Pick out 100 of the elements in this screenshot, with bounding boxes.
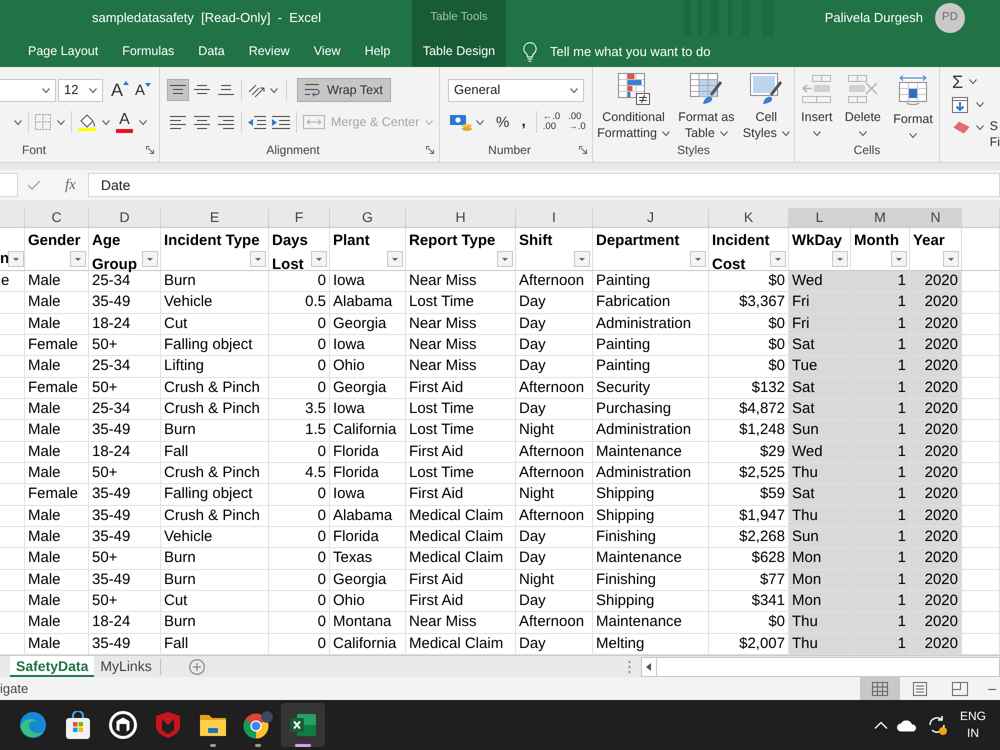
wrap-text-icon (305, 83, 321, 97)
formula-input-field[interactable]: Date (88, 173, 1000, 197)
filter-dropdown-icon[interactable] (770, 251, 786, 267)
column-letter[interactable]: N (910, 208, 962, 227)
format-button[interactable]: Format (893, 75, 933, 141)
ribbon-tab[interactable]: Page Layout (16, 36, 110, 67)
caret-icon[interactable] (909, 133, 918, 138)
conditional-formatting-button[interactable]: Conditional Formatting (597, 73, 670, 141)
sheet-tab[interactable]: SafetyData (10, 656, 94, 677)
font-name-field[interactable] (0, 78, 56, 102)
split-handle-icon[interactable] (628, 660, 631, 674)
caret-icon[interactable] (782, 130, 790, 136)
caret-icon[interactable] (969, 79, 978, 84)
font-color-button[interactable]: A (116, 112, 133, 132)
caret-icon[interactable] (476, 120, 484, 124)
filter-dropdown-icon[interactable] (574, 251, 590, 267)
currency-notes-icon[interactable] (450, 114, 472, 130)
borders-icon[interactable] (35, 114, 51, 130)
chevron-up-icon[interactable] (874, 721, 888, 729)
ribbon-tab[interactable]: Help (352, 36, 402, 67)
increase-decimal-button[interactable]: ←.0 .00 (542, 112, 560, 132)
wrap-text-button[interactable]: Wrap Text (297, 78, 391, 102)
column-letter[interactable]: I (516, 208, 593, 227)
tell-me-search-field[interactable]: Tell me what you want to do (550, 42, 750, 62)
sheet-tab[interactable]: MyLinks (94, 656, 158, 677)
caret-icon[interactable] (57, 120, 65, 124)
filter-dropdown-icon[interactable] (497, 251, 513, 267)
insert-button[interactable]: Insert (801, 75, 832, 141)
caret-icon[interactable] (89, 88, 97, 92)
decrease-decimal-button[interactable]: .00 →.0 (568, 112, 586, 132)
caret-icon[interactable] (720, 130, 728, 136)
cell-styles-button[interactable]: Cell Styles (742, 73, 790, 141)
horizontal-scrollbar[interactable] (657, 656, 1000, 676)
ribbon-tab[interactable]: View (302, 36, 353, 67)
filter-dropdown-icon[interactable] (891, 251, 907, 267)
paint-bucket-icon[interactable] (78, 113, 96, 131)
ribbon-tab[interactable]: Formulas (110, 36, 186, 67)
grow-font-button[interactable]: A (111, 81, 130, 99)
caret-icon[interactable] (662, 130, 670, 136)
caret-icon[interactable] (570, 88, 578, 92)
caret-icon[interactable] (812, 131, 821, 136)
column-letter[interactable]: J (593, 208, 709, 227)
dialog-launcher-icon[interactable] (146, 146, 154, 154)
comma-style-button[interactable]: , (521, 114, 526, 130)
caret-icon[interactable] (976, 102, 984, 107)
caret-icon[interactable] (976, 125, 984, 130)
caret-icon[interactable] (139, 120, 147, 124)
taskbar-app-button[interactable] (281, 703, 325, 747)
dialog-launcher-icon[interactable] (426, 146, 434, 154)
column-letter[interactable]: G (330, 208, 406, 227)
ribbon-tab[interactable]: Data (186, 36, 237, 67)
caret-icon[interactable] (42, 88, 50, 92)
zoom-out-button[interactable]: – (988, 678, 996, 699)
eraser-icon[interactable] (952, 121, 970, 134)
percent-style-button[interactable]: % (496, 114, 510, 130)
fill-down-icon[interactable] (952, 96, 968, 112)
table-cell: Day (516, 314, 593, 335)
shrink-font-button[interactable]: A (135, 82, 152, 98)
language-indicator[interactable]: ENG IN (960, 708, 986, 742)
caret-icon[interactable] (270, 88, 278, 92)
column-letter[interactable]: H (406, 208, 516, 227)
column-letter[interactable]: C (25, 208, 89, 227)
filter-dropdown-icon[interactable] (832, 251, 848, 267)
filter-dropdown-icon[interactable] (70, 251, 86, 267)
format-as-table-button[interactable]: Format as Table (678, 73, 734, 141)
filter-dropdown-icon[interactable] (8, 251, 24, 267)
view-button[interactable] (860, 677, 900, 700)
table-cell: First Aid (406, 378, 516, 399)
column-letter[interactable]: D (89, 208, 161, 227)
column-letter[interactable]: E (161, 208, 269, 227)
add-sheet-icon[interactable] (188, 658, 205, 674)
table-cell: Male (25, 590, 89, 612)
name-box-field[interactable] (0, 173, 18, 197)
sort-filter-button[interactable]: S Fi (990, 106, 1000, 162)
filter-dropdown-icon[interactable] (690, 251, 706, 267)
cloud-icon[interactable] (896, 718, 918, 732)
filter-dropdown-icon[interactable] (250, 251, 266, 267)
caret-icon[interactable] (102, 120, 110, 124)
table-cell: Georgia (330, 314, 406, 335)
filter-dropdown-icon[interactable] (142, 251, 158, 267)
caret-icon[interactable] (858, 131, 867, 136)
column-letter[interactable]: L (789, 208, 851, 227)
caret-icon[interactable] (14, 120, 22, 124)
insert-function-button[interactable]: fx (65, 174, 76, 196)
font-size-field[interactable]: 12 (58, 78, 103, 102)
column-letter[interactable]: M (851, 208, 910, 227)
number-format-dropdown[interactable]: General (448, 78, 584, 102)
filter-dropdown-icon[interactable] (387, 251, 403, 267)
autosum-button[interactable]: Σ (952, 72, 964, 90)
filter-dropdown-icon[interactable] (311, 251, 327, 267)
ribbon-tab[interactable]: Review (236, 36, 302, 67)
table-cell: 2020 (910, 356, 962, 378)
filter-dropdown-icon[interactable] (943, 251, 959, 267)
align-top-button[interactable] (167, 79, 189, 101)
column-letter[interactable]: F (269, 208, 330, 227)
dialog-launcher-icon[interactable] (579, 146, 587, 154)
table-cell: Lifting (161, 356, 269, 378)
ribbon-tab[interactable]: Table Design (412, 36, 506, 67)
delete-button[interactable]: Delete (844, 75, 881, 141)
check-icon[interactable] (27, 180, 41, 190)
